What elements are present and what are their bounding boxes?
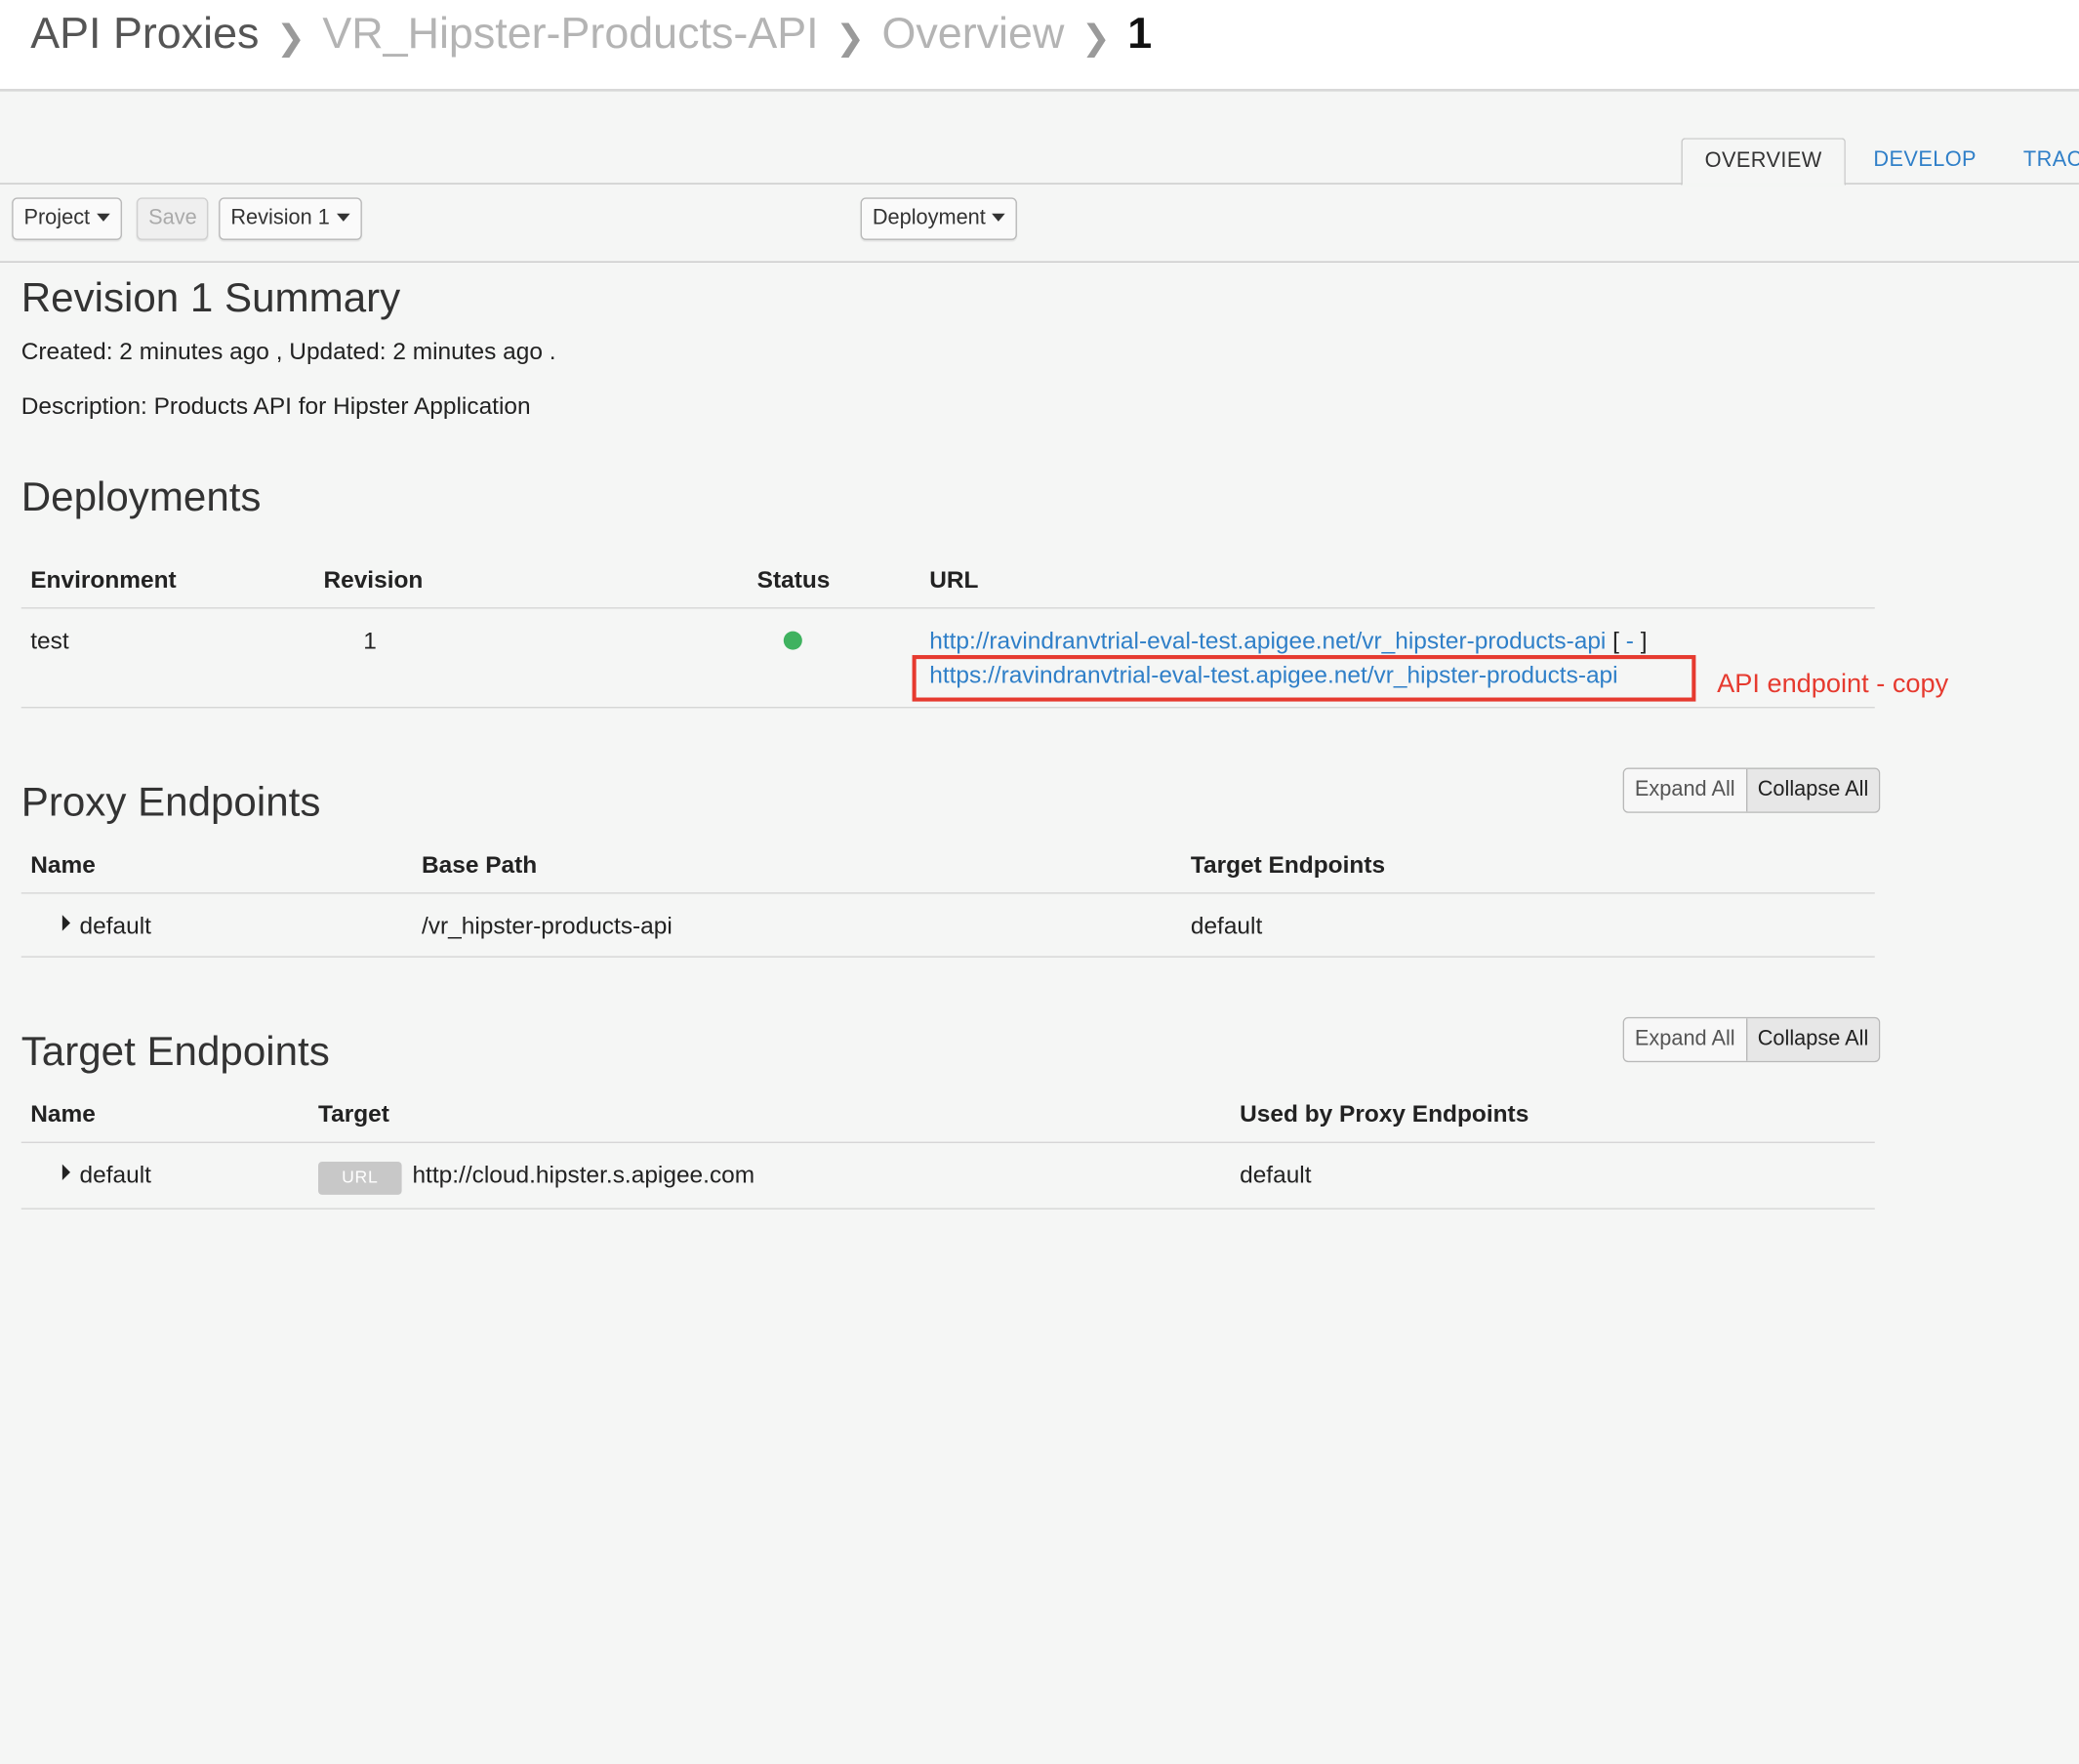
proxy-name-value: default [79, 912, 151, 939]
divider [20, 1141, 1875, 1143]
tab-overview[interactable]: OVERVIEW [1681, 138, 1846, 186]
tab-trace[interactable]: TRAC [2023, 138, 2079, 183]
collapse-link[interactable]: - [1626, 628, 1634, 654]
divider [20, 707, 1875, 709]
project-label: Project [23, 206, 91, 230]
chevron-right-icon: ❯ [1080, 17, 1111, 58]
divider [20, 956, 1875, 958]
url-https-link[interactable]: https://ravindranvtrial-eval-test.apigee… [929, 662, 1617, 690]
target-url-value: http://cloud.hipster.s.apigee.com [412, 1161, 755, 1189]
used-by-value: default [1240, 1161, 1312, 1189]
proxy-endpoints-title: Proxy Endpoints [20, 778, 321, 825]
expand-triangle-icon[interactable] [61, 915, 70, 931]
expand-triangle-icon[interactable] [61, 1164, 70, 1180]
base-path-value: /vr_hipster-products-api [421, 912, 673, 939]
deployments-title: Deployments [20, 472, 262, 520]
project-dropdown[interactable]: Project [12, 197, 122, 240]
tab-bar: OVERVIEW DEVELOP TRAC [0, 89, 2079, 186]
col-environment: Environment [30, 566, 177, 594]
chevron-right-icon: ❯ [836, 17, 865, 58]
col-target: Target [318, 1100, 389, 1128]
target-endpoint-value: default [1190, 912, 1263, 939]
chevron-right-icon: ❯ [276, 17, 306, 58]
bracket-open: [ [1612, 627, 1619, 654]
url-http-row: http://ravindranvtrial-eval-test.apigee.… [929, 628, 1647, 656]
breadcrumb-overview[interactable]: Overview [882, 9, 1065, 60]
caret-down-icon [336, 213, 350, 222]
url-http-link[interactable]: http://ravindranvtrial-eval-test.apigee.… [929, 628, 1606, 654]
page: API Proxies ❯ VR_Hipster-Products-API ❯ Over… [0, 0, 2079, 1764]
col-base-path: Base Path [421, 851, 538, 879]
caret-down-icon [992, 213, 1006, 222]
deployment-label: Deployment [872, 206, 986, 230]
breadcrumb-proxy-name[interactable]: VR_Hipster-Products-API [322, 9, 818, 60]
annotation-label: API endpoint - copy [1717, 669, 1949, 699]
target-name-value: default [79, 1161, 151, 1189]
save-button[interactable]: Save [136, 197, 209, 240]
breadcrumb: API Proxies ❯ VR_Hipster-Products-API ❯ Over… [30, 5, 1152, 59]
col-used-by: Used by Proxy Endpoints [1240, 1100, 1529, 1128]
tab-develop[interactable]: DEVELOP [1873, 138, 1977, 183]
collapse-all-button[interactable]: Collapse All [1745, 768, 1880, 812]
expand-all-button[interactable]: Expand All [1624, 1018, 1746, 1061]
env-value: test [30, 627, 69, 654]
target-endpoints-title: Target Endpoints [20, 1027, 330, 1075]
revision-dropdown[interactable]: Revision 1 [219, 197, 362, 240]
toolbar: Project Save Revision 1 Deployment [0, 185, 2079, 263]
breadcrumb-revision: 1 [1127, 8, 1153, 58]
col-name: Name [30, 1100, 96, 1128]
url-badge: URL [318, 1161, 402, 1195]
revision-summary-title: Revision 1 Summary [20, 274, 401, 321]
col-name: Name [30, 851, 96, 879]
expand-all-button[interactable]: Expand All [1624, 768, 1746, 812]
proxy-expand-collapse-group: Expand All Collapse All [1622, 767, 1881, 813]
collapse-all-button[interactable]: Collapse All [1745, 1018, 1880, 1061]
status-indicator [783, 631, 802, 650]
revision-label: Revision 1 [230, 206, 330, 230]
description-text: Description: Products API for Hipster Ap… [20, 392, 531, 420]
bracket-close: ] [1640, 627, 1648, 654]
created-updated-text: Created: 2 minutes ago , Updated: 2 minu… [20, 338, 556, 365]
col-url: URL [929, 566, 979, 594]
divider [20, 607, 1875, 609]
target-expand-collapse-group: Expand All Collapse All [1622, 1016, 1881, 1063]
col-revision: Revision [323, 566, 424, 594]
revision-value: 1 [363, 627, 377, 654]
col-target-endpoints: Target Endpoints [1190, 851, 1386, 879]
divider [20, 1208, 1875, 1210]
divider [20, 892, 1875, 894]
caret-down-icon [96, 213, 110, 222]
header-bar: API Proxies ❯ VR_Hipster-Products-API ❯ Over… [0, 0, 2079, 92]
deployment-dropdown[interactable]: Deployment [860, 197, 1018, 240]
breadcrumb-api-proxies[interactable]: API Proxies [30, 9, 259, 60]
col-status: Status [756, 566, 831, 594]
